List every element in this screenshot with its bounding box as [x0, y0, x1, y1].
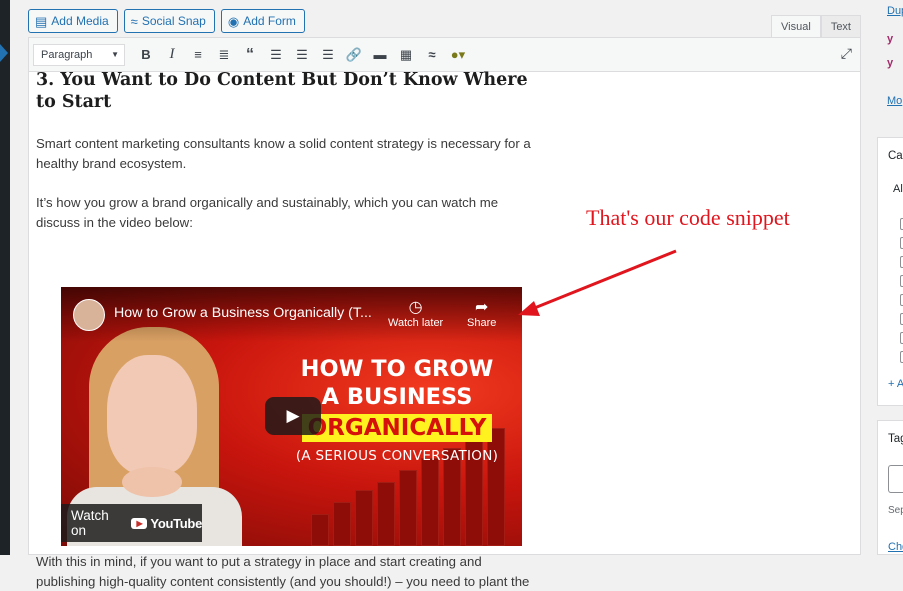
- tags-box: Tag Sep Cho: [877, 420, 903, 555]
- video-title[interactable]: How to Grow a Business Organically (T...: [114, 305, 372, 321]
- tags-input[interactable]: [888, 465, 903, 493]
- watch-later-label: Watch later: [388, 317, 444, 329]
- tab-visual[interactable]: Visual: [771, 15, 821, 37]
- add-form-label: Add Form: [243, 14, 296, 28]
- fullscreen-icon[interactable]: ⤢: [841, 45, 852, 62]
- editor-tabs: Visual Text: [771, 15, 861, 37]
- add-media-label: Add Media: [51, 14, 109, 28]
- social-snap-icon[interactable]: ≈: [419, 42, 445, 68]
- annotation-text: That's our code snippet: [586, 205, 790, 230]
- watch-on-label: Watch on: [71, 508, 109, 538]
- add-media-icon: ▤: [35, 13, 48, 29]
- post-editor: Paragraph ▼ B I ≡ ≣ “ ☰ ☰ ☰ 🔗 ▬ ▦ ≈ ●▾ ⤢ …: [28, 37, 861, 589]
- add-form-button[interactable]: ◉ Add Form: [220, 9, 305, 33]
- share-button[interactable]: ➦ Share: [467, 299, 496, 329]
- format-select[interactable]: Paragraph ▼: [33, 43, 125, 66]
- yoast-readability-icon: y: [887, 57, 894, 69]
- thumbnail-line-4: (A SERIOUS CONVERSATION): [295, 448, 499, 464]
- numbered-list-icon[interactable]: ≣: [211, 42, 237, 68]
- link-icon[interactable]: 🔗: [341, 42, 367, 68]
- add-category-link[interactable]: + A: [888, 378, 903, 390]
- youtube-logo: ▶ YouTube: [131, 516, 202, 531]
- thumbnail-line-1: HOW TO GROW: [300, 356, 494, 382]
- choose-tags-link[interactable]: Cho: [888, 541, 903, 553]
- add-form-icon: ◉: [227, 13, 240, 29]
- social-snap-button[interactable]: ≈ Social Snap: [123, 9, 215, 33]
- current-menu-marker: [0, 44, 8, 62]
- toolbar-toggle-icon[interactable]: ▦: [393, 42, 419, 68]
- youtube-wordmark: YouTube: [150, 515, 202, 531]
- categories-box: Cat Al + A: [877, 137, 903, 406]
- section-heading: 3. You Want to Do Content But Don’t Know…: [36, 70, 528, 112]
- tags-separator-hint: Sep: [888, 505, 903, 516]
- paragraph-1: Smart content marketing consultants know…: [36, 136, 531, 171]
- tab-text[interactable]: Text: [820, 15, 861, 37]
- share-icon: ➦: [474, 299, 489, 316]
- play-icon: ▶: [286, 406, 300, 425]
- share-label: Share: [467, 317, 497, 329]
- admin-sidebar-edge: [0, 0, 10, 555]
- align-right-icon[interactable]: ☰: [315, 42, 341, 68]
- youtube-embed[interactable]: How to Grow a Business Organically (T...…: [61, 287, 522, 546]
- watch-later-button[interactable]: ◷ Watch later: [388, 299, 443, 329]
- align-left-icon[interactable]: ☰: [263, 42, 289, 68]
- media-buttons-bar: ▤ Add Media ≈ Social Snap ◉ Add Form: [28, 9, 305, 35]
- watch-on-youtube-button[interactable]: Watch on ▶ YouTube: [61, 504, 202, 542]
- social-snap-icon: ≈: [130, 13, 138, 29]
- format-select-value: Paragraph: [41, 48, 93, 61]
- yoast-seo-icon: y: [887, 33, 894, 45]
- duplicate-link[interactable]: Dup: [887, 5, 903, 17]
- read-more-icon[interactable]: ▬: [367, 42, 393, 68]
- paragraph-2: It’s how you grow a brand organically an…: [36, 195, 499, 230]
- dropdown-arrow-icon: ▼: [111, 50, 119, 59]
- channel-avatar[interactable]: [73, 299, 105, 331]
- add-media-button[interactable]: ▤ Add Media: [28, 9, 118, 33]
- italic-icon[interactable]: I: [159, 42, 185, 68]
- tags-heading: Tag: [888, 433, 903, 445]
- more-link[interactable]: Mo: [887, 95, 902, 107]
- all-categories-tab[interactable]: Al: [893, 183, 903, 195]
- categories-heading: Cat: [888, 150, 903, 162]
- right-sidebar: Dup y y Mo Cat Al + A Tag Sep Cho: [877, 0, 903, 555]
- paragraph-3: With this in mind, if you want to put a …: [36, 554, 530, 589]
- editor-toolbar: Paragraph ▼ B I ≡ ≣ “ ☰ ☰ ☰ 🔗 ▬ ▦ ≈ ●▾ ⤢: [29, 38, 860, 72]
- plugin-icon[interactable]: ●▾: [445, 42, 471, 68]
- blockquote-icon[interactable]: “: [237, 42, 263, 68]
- youtube-play-icon: ▶: [131, 517, 148, 529]
- bold-icon[interactable]: B: [133, 42, 159, 68]
- clock-icon: ◷: [408, 299, 423, 316]
- bulleted-list-icon[interactable]: ≡: [185, 42, 211, 68]
- play-button[interactable]: ▶: [265, 397, 321, 435]
- align-center-icon[interactable]: ☰: [289, 42, 315, 68]
- thumbnail-line-3: ORGANICALLY: [301, 414, 493, 442]
- social-snap-label: Social Snap: [141, 14, 206, 28]
